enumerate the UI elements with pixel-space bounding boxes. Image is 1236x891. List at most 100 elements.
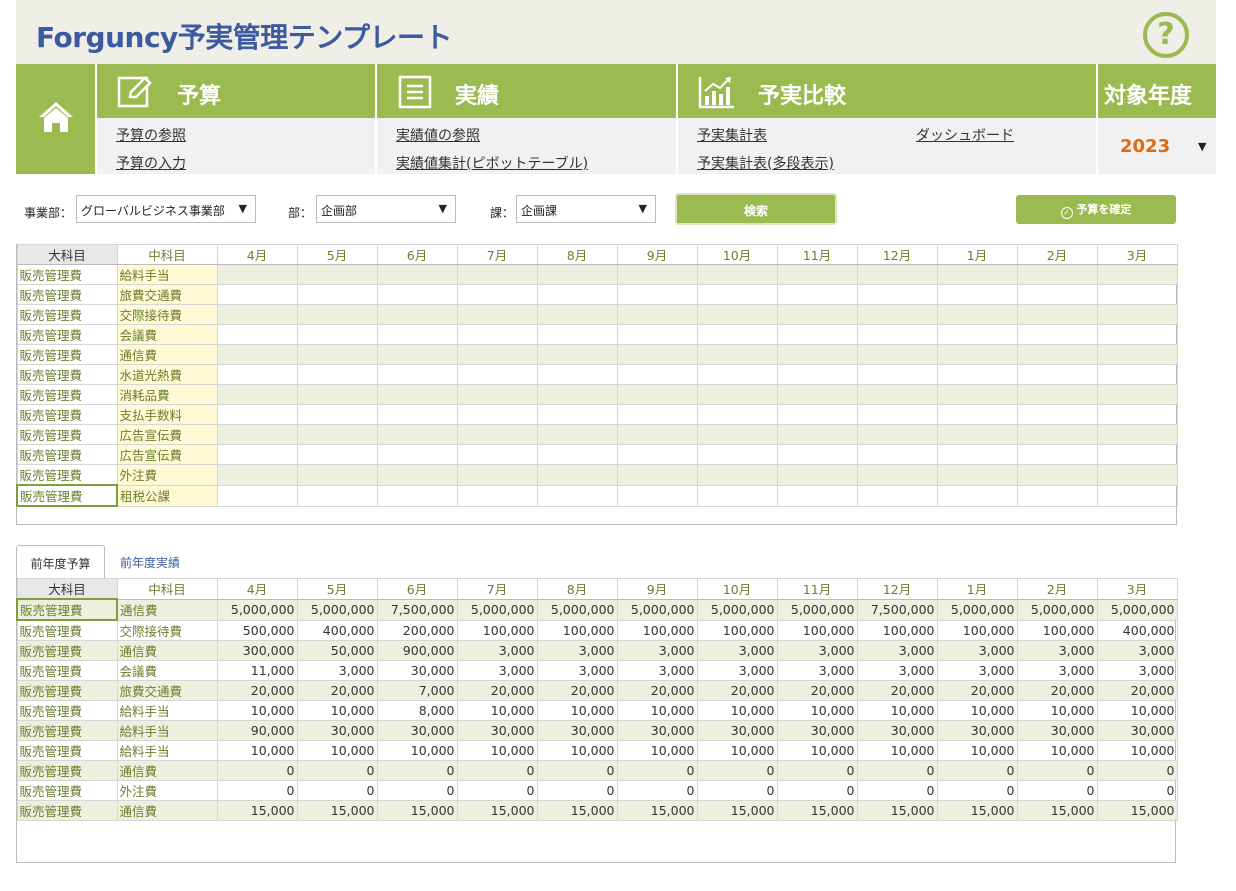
confirm-budget-button[interactable]: ✓ 予算を確定 xyxy=(1016,195,1176,224)
budget-input-cell[interactable] xyxy=(1016,264,1098,285)
budget-input-cell[interactable] xyxy=(216,424,298,445)
amount-cell[interactable]: 0 xyxy=(856,780,938,801)
budget-input-cell[interactable] xyxy=(376,304,458,325)
minor-item-cell[interactable]: 給料手当 xyxy=(116,700,218,721)
amount-cell[interactable]: 3,000 xyxy=(1096,660,1178,681)
budget-input-cell[interactable] xyxy=(936,324,1018,345)
amount-cell[interactable]: 20,000 xyxy=(696,680,778,701)
budget-input-cell[interactable] xyxy=(616,464,698,486)
amount-cell[interactable]: 30,000 xyxy=(776,720,858,741)
budget-input-cell[interactable] xyxy=(936,344,1018,365)
amount-cell[interactable]: 30,000 xyxy=(536,720,618,741)
minor-item-cell[interactable]: 通信費 xyxy=(116,640,218,661)
budget-input-cell[interactable] xyxy=(456,364,538,385)
budget-input-cell[interactable] xyxy=(216,404,298,425)
budget-input-cell[interactable] xyxy=(456,484,538,507)
amount-cell[interactable]: 10,000 xyxy=(856,700,938,721)
major-item-cell[interactable]: 販売管理費 xyxy=(16,284,118,305)
link-budget-view[interactable]: 予算の参照 xyxy=(116,125,186,145)
major-item-cell[interactable]: 販売管理費 xyxy=(16,700,118,721)
amount-cell[interactable]: 5,000,000 xyxy=(936,598,1018,621)
budget-input-cell[interactable] xyxy=(696,444,778,465)
link-compare-summary[interactable]: 予実集計表 xyxy=(697,125,767,145)
budget-input-cell[interactable] xyxy=(936,484,1018,507)
budget-input-cell[interactable] xyxy=(536,444,618,465)
link-compare-multi[interactable]: 予実集計表(多段表示) xyxy=(697,153,834,173)
minor-item-cell[interactable]: 旅費交通費 xyxy=(116,680,218,701)
amount-cell[interactable]: 3,000 xyxy=(936,660,1018,681)
amount-cell[interactable]: 400,000 xyxy=(296,619,378,641)
amount-cell[interactable]: 0 xyxy=(936,760,1018,781)
major-item-cell[interactable]: 販売管理費 xyxy=(16,464,118,486)
amount-cell[interactable]: 0 xyxy=(536,760,618,781)
amount-cell[interactable]: 3,000 xyxy=(536,660,618,681)
budget-input-cell[interactable] xyxy=(216,344,298,365)
major-item-cell[interactable]: 販売管理費 xyxy=(16,404,118,425)
amount-cell[interactable]: 3,000 xyxy=(696,660,778,681)
link-actual-view[interactable]: 実績値の参照 xyxy=(396,125,480,145)
amount-cell[interactable]: 10,000 xyxy=(616,700,698,721)
budget-input-cell[interactable] xyxy=(1096,464,1178,486)
budget-input-cell[interactable] xyxy=(936,284,1018,305)
amount-cell[interactable]: 3,000 xyxy=(456,640,538,661)
amount-cell[interactable]: 10,000 xyxy=(1096,740,1178,761)
amount-cell[interactable]: 500,000 xyxy=(216,619,298,641)
budget-input-cell[interactable] xyxy=(376,424,458,445)
amount-cell[interactable]: 10,000 xyxy=(776,740,858,761)
amount-cell[interactable]: 5,000,000 xyxy=(776,598,858,621)
amount-cell[interactable]: 15,000 xyxy=(936,800,1018,821)
budget-input-cell[interactable] xyxy=(1096,484,1178,507)
major-item-cell[interactable]: 販売管理費 xyxy=(16,444,118,465)
budget-input-cell[interactable] xyxy=(376,464,458,486)
amount-cell[interactable]: 3,000 xyxy=(776,640,858,661)
budget-input-cell[interactable] xyxy=(456,424,538,445)
budget-input-cell[interactable] xyxy=(1096,264,1178,285)
amount-cell[interactable]: 5,000,000 xyxy=(216,598,298,621)
major-item-cell[interactable]: 販売管理費 xyxy=(16,720,118,741)
amount-cell[interactable]: 100,000 xyxy=(856,619,938,641)
amount-cell[interactable]: 3,000 xyxy=(696,640,778,661)
major-item-cell[interactable]: 販売管理費 xyxy=(16,660,118,681)
amount-cell[interactable]: 3,000 xyxy=(616,640,698,661)
budget-input-cell[interactable] xyxy=(536,484,618,507)
budget-input-cell[interactable] xyxy=(856,264,938,285)
budget-input-cell[interactable] xyxy=(856,344,938,365)
major-item-cell[interactable]: 販売管理費 xyxy=(16,680,118,701)
budget-input-cell[interactable] xyxy=(296,344,378,365)
amount-cell[interactable]: 400,000 xyxy=(1096,619,1178,641)
budget-input-cell[interactable] xyxy=(376,364,458,385)
budget-input-cell[interactable] xyxy=(936,464,1018,486)
budget-input-cell[interactable] xyxy=(216,364,298,385)
budget-input-cell[interactable] xyxy=(616,404,698,425)
amount-cell[interactable]: 15,000 xyxy=(856,800,938,821)
amount-cell[interactable]: 300,000 xyxy=(216,640,298,661)
amount-cell[interactable]: 10,000 xyxy=(536,700,618,721)
budget-input-cell[interactable] xyxy=(696,324,778,345)
year-select[interactable]: 2023 ▼ xyxy=(1098,118,1216,174)
budget-input-cell[interactable] xyxy=(296,264,378,285)
amount-cell[interactable]: 20,000 xyxy=(1096,680,1178,701)
amount-cell[interactable]: 10,000 xyxy=(1016,700,1098,721)
amount-cell[interactable]: 20,000 xyxy=(536,680,618,701)
budget-input-cell[interactable] xyxy=(616,344,698,365)
major-item-cell[interactable]: 販売管理費 xyxy=(16,304,118,325)
amount-cell[interactable]: 0 xyxy=(1016,780,1098,801)
minor-item-cell[interactable]: 水道光熱費 xyxy=(116,364,218,385)
amount-cell[interactable]: 10,000 xyxy=(536,740,618,761)
budget-input-cell[interactable] xyxy=(456,384,538,405)
amount-cell[interactable]: 0 xyxy=(376,760,458,781)
amount-cell[interactable]: 7,000 xyxy=(376,680,458,701)
budget-input-cell[interactable] xyxy=(376,484,458,507)
budget-input-cell[interactable] xyxy=(1096,424,1178,445)
amount-cell[interactable]: 5,000,000 xyxy=(696,598,778,621)
amount-cell[interactable]: 5,000,000 xyxy=(1096,598,1178,621)
budget-input-cell[interactable] xyxy=(1096,284,1178,305)
amount-cell[interactable]: 100,000 xyxy=(456,619,538,641)
minor-item-cell[interactable]: 通信費 xyxy=(116,344,218,365)
amount-cell[interactable]: 0 xyxy=(616,760,698,781)
budget-input-cell[interactable] xyxy=(296,304,378,325)
amount-cell[interactable]: 30,000 xyxy=(856,720,938,741)
amount-cell[interactable]: 30,000 xyxy=(296,720,378,741)
budget-input-cell[interactable] xyxy=(456,284,538,305)
minor-item-cell[interactable]: 旅費交通費 xyxy=(116,284,218,305)
